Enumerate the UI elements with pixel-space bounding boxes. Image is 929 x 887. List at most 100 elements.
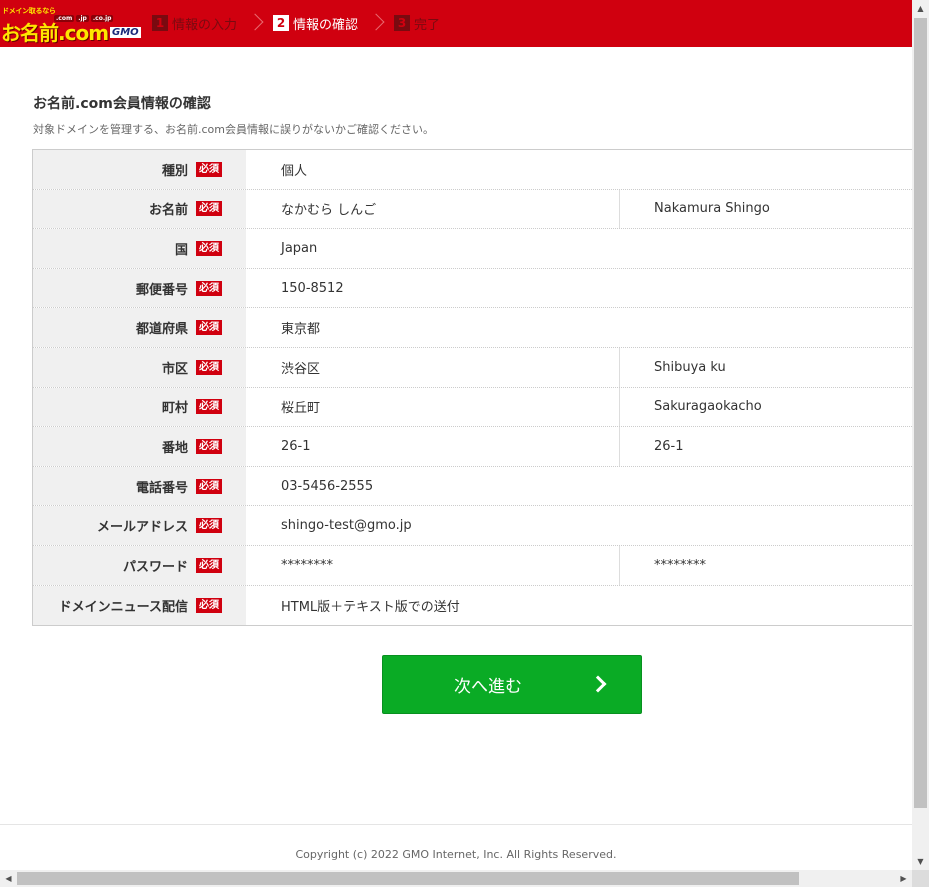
value-primary: 渋谷区 bbox=[246, 347, 620, 387]
row-label-text: ドメインニュース配信 bbox=[58, 599, 188, 615]
row-label: 電話番号 必須 bbox=[33, 466, 246, 506]
row-label: 都道府県 必須 bbox=[33, 308, 246, 347]
step-label: 情報の確認 bbox=[293, 17, 359, 33]
required-badge: 必須 bbox=[196, 161, 222, 177]
member-info-table: 種別 必須 個人 お名前 必須 なかむら しんご Nakamura Shingo 国必須 Jap… bbox=[32, 149, 912, 627]
value-primary: 東京都 bbox=[281, 322, 321, 338]
next-button[interactable]: 次へ進む bbox=[382, 655, 642, 714]
step-input: 1 情報の入力 bbox=[152, 14, 237, 33]
row-label: パスワード 必須 bbox=[33, 545, 246, 585]
table-row: メールアドレス 必須 shingo-test@gmo.jp bbox=[33, 506, 912, 546]
row-value: 個人 bbox=[246, 150, 912, 189]
chevron-right-icon bbox=[589, 675, 607, 693]
row-value: 150-8512 bbox=[246, 269, 912, 308]
row-label: 郵便番号 必須 bbox=[33, 268, 246, 308]
row-label-text: 種別 bbox=[161, 163, 188, 179]
scroll-down-arrow-icon[interactable]: ▼ bbox=[912, 853, 929, 870]
value-primary: shingo-test@gmo.jp bbox=[281, 518, 412, 534]
row-value: 03-5456-2555 bbox=[246, 467, 912, 506]
required-badge: 必須 bbox=[196, 478, 222, 494]
table-row: 種別 必須 個人 bbox=[33, 150, 912, 190]
table-row: 番地 必須 26-1 26-1 bbox=[33, 427, 912, 467]
required-badge: 必須 bbox=[196, 557, 222, 573]
footer: Copyright (c) 2022 GMO Internet, Inc. Al… bbox=[0, 824, 912, 870]
row-label: メールアドレス 必須 bbox=[33, 506, 246, 545]
step-confirm: 2 情報の確認 bbox=[273, 14, 358, 33]
table-row: 都道府県 必須 東京都 bbox=[33, 308, 912, 348]
horizontal-scroll-thumb[interactable] bbox=[17, 872, 799, 885]
table-row: 郵便番号 必須 150-8512 bbox=[33, 268, 912, 309]
row-value: 東京都 bbox=[246, 308, 912, 347]
value-primary: 03-5456-2555 bbox=[281, 478, 374, 494]
vertical-scroll-thumb[interactable] bbox=[914, 18, 927, 808]
value-primary: 桜丘町 bbox=[246, 387, 620, 427]
scroll-right-arrow-icon[interactable]: ▶ bbox=[895, 870, 912, 887]
row-value: 渋谷区 Shibuya ku bbox=[246, 347, 912, 387]
table-row: パスワード 必須 ******** ******** bbox=[33, 545, 912, 586]
value-primary: Japan bbox=[281, 240, 318, 256]
row-value: ******** ******** bbox=[246, 545, 912, 585]
scroll-up-arrow-icon[interactable]: ▲ bbox=[912, 0, 929, 17]
row-value: HTML版＋テキスト版での送付 bbox=[246, 586, 912, 626]
row-label-text: 番地 bbox=[161, 440, 188, 456]
step-label: 完了 bbox=[414, 17, 441, 33]
step-complete: 3 完了 bbox=[394, 14, 440, 33]
table-row: 町村 必須 桜丘町 Sakuragaokacho bbox=[33, 387, 912, 428]
gmo-logo: GMO bbox=[110, 27, 141, 38]
required-badge: 必須 bbox=[196, 597, 222, 613]
row-label-text: お名前 bbox=[148, 203, 188, 219]
value-primary: 150-8512 bbox=[281, 280, 344, 296]
value-secondary: Nakamura Shingo bbox=[654, 201, 770, 217]
table-row: 市区 必須 渋谷区 Shibuya ku bbox=[33, 347, 912, 388]
horizontal-scrollbar[interactable]: ◀ ▶ bbox=[0, 870, 912, 887]
row-label: ドメインニュース配信 必須 bbox=[33, 585, 246, 626]
table-row: お名前 必須 なかむら しんご Nakamura Shingo bbox=[33, 189, 912, 230]
scrollbar-corner bbox=[912, 870, 929, 887]
value-secondary: Sakuragaokacho bbox=[654, 399, 762, 415]
logo-text: お名前.com bbox=[1, 21, 109, 45]
required-badge: 必須 bbox=[196, 399, 222, 415]
row-label: 町村 必須 bbox=[33, 387, 246, 427]
value-primary: HTML版＋テキスト版での送付 bbox=[281, 599, 460, 615]
progress-steps: 1 情報の入力 2 情報の確認 3 完了 bbox=[152, 13, 440, 33]
row-label: 種別 必須 bbox=[33, 150, 246, 189]
required-badge: 必須 bbox=[196, 240, 222, 256]
row-label: 市区 必須 bbox=[33, 347, 246, 387]
next-button-label: 次へ進む bbox=[454, 677, 522, 697]
step-number: 1 bbox=[152, 15, 168, 31]
row-label-text: 電話番号 bbox=[135, 480, 188, 496]
table-row: 国必須 Japan bbox=[33, 229, 912, 269]
chevron-right-icon bbox=[243, 13, 267, 33]
value-primary: ******** bbox=[246, 545, 620, 585]
page: ドメイン取るなら .com .jp .co.jp お名前.com GMO 1 情報の… bbox=[0, 0, 912, 870]
header-bar: ドメイン取るなら .com .jp .co.jp お名前.com GMO 1 情報の… bbox=[0, 0, 912, 47]
step-number: 2 bbox=[273, 15, 290, 31]
value-primary: なかむら しんご bbox=[246, 189, 620, 229]
row-label-text: 市区 bbox=[161, 361, 188, 377]
row-label: 国必須 bbox=[33, 229, 246, 268]
chevron-right-icon bbox=[364, 13, 388, 33]
row-label-text: 郵便番号 bbox=[135, 282, 188, 298]
step-number: 3 bbox=[394, 15, 411, 31]
vertical-scrollbar[interactable]: ▲ ▼ bbox=[912, 0, 929, 870]
row-label: お名前 必須 bbox=[33, 189, 246, 229]
required-badge: 必須 bbox=[196, 359, 222, 375]
row-value: Japan bbox=[246, 229, 912, 268]
required-badge: 必須 bbox=[196, 438, 222, 454]
copyright-text: Copyright (c) 2022 GMO Internet, Inc. Al… bbox=[295, 848, 617, 861]
logo-tagline: ドメイン取るなら bbox=[2, 7, 56, 15]
value-secondary: 26-1 bbox=[654, 438, 684, 454]
required-badge: 必須 bbox=[196, 518, 222, 534]
step-label: 情報の入力 bbox=[172, 17, 238, 33]
row-value: なかむら しんご Nakamura Shingo bbox=[246, 189, 912, 229]
table-row: ドメインニュース配信 必須 HTML版＋テキスト版での送付 bbox=[33, 585, 912, 626]
row-value: shingo-test@gmo.jp bbox=[246, 506, 912, 545]
row-label: 番地 必須 bbox=[33, 427, 246, 466]
row-label-text: 都道府県 bbox=[135, 322, 188, 338]
scroll-left-arrow-icon[interactable]: ◀ bbox=[0, 870, 17, 887]
value-primary: 26-1 bbox=[246, 427, 620, 466]
onamae-logo[interactable]: ドメイン取るなら .com .jp .co.jp お名前.com GMO bbox=[0, 2, 150, 45]
required-badge: 必須 bbox=[196, 280, 222, 296]
table-row: 電話番号 必須 03-5456-2555 bbox=[33, 466, 912, 507]
row-label-text: パスワード bbox=[122, 559, 188, 575]
